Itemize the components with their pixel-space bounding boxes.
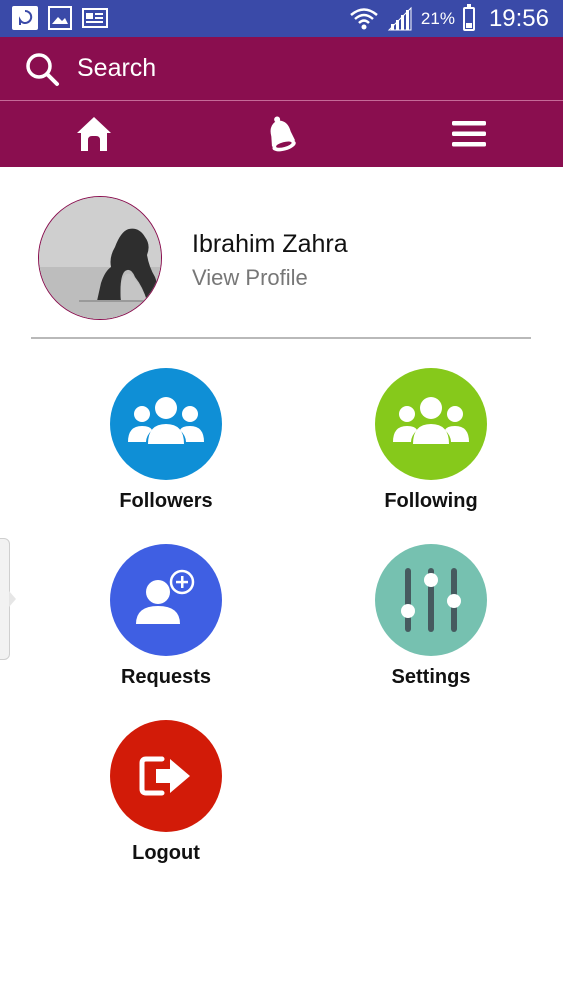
search-bar[interactable]: Search xyxy=(0,37,563,100)
notifications-button[interactable] xyxy=(251,109,311,159)
logout-icon xyxy=(139,756,190,796)
profile-name: Ibrahim Zahra xyxy=(192,230,348,258)
side-drawer-handle[interactable] xyxy=(0,538,16,660)
logout-label: Logout xyxy=(132,842,200,864)
following-label: Following xyxy=(384,490,478,512)
requests-label: Requests xyxy=(120,666,212,688)
sliders-icon xyxy=(401,568,461,632)
following-circle xyxy=(375,368,487,480)
followers-circle xyxy=(110,368,222,480)
menu-icon xyxy=(452,121,487,147)
clock: 19:56 xyxy=(488,4,549,32)
profile-header[interactable]: Ibrahim Zahra View Profile xyxy=(38,196,538,322)
wifi-icon xyxy=(350,7,378,29)
settings-label: Settings xyxy=(391,666,471,688)
followers-icon xyxy=(128,397,204,444)
news-icon xyxy=(82,8,108,28)
logout-circle xyxy=(110,720,222,832)
menu-button[interactable] xyxy=(439,109,499,159)
logout-button[interactable]: Logout xyxy=(66,720,266,880)
battery-percent: 21% xyxy=(420,8,455,28)
status-indicators: 21% 19:56 xyxy=(349,0,549,37)
nav-bar xyxy=(0,101,563,167)
search-icon[interactable] xyxy=(24,51,60,87)
view-profile-link[interactable]: View Profile xyxy=(192,265,308,291)
requests-circle xyxy=(110,544,222,656)
notification-icons xyxy=(12,6,108,30)
followers-label: Followers xyxy=(119,490,213,512)
add-user-icon xyxy=(136,569,195,624)
home-icon xyxy=(76,117,111,151)
profile-divider xyxy=(31,337,531,339)
following-button[interactable]: Following xyxy=(331,368,531,528)
following-icon xyxy=(393,397,469,444)
search-placeholder[interactable]: Search xyxy=(77,54,156,83)
settings-button[interactable]: Settings xyxy=(331,544,531,704)
requests-button[interactable]: Requests xyxy=(66,544,266,704)
settings-circle xyxy=(375,544,487,656)
bell-icon xyxy=(271,116,297,152)
app-icon xyxy=(12,6,38,30)
followers-button[interactable]: Followers xyxy=(66,368,266,528)
signal-icon xyxy=(387,6,412,30)
gallery-icon xyxy=(48,6,72,30)
battery-icon xyxy=(462,3,475,31)
avatar[interactable] xyxy=(38,196,162,320)
status-bar: 21% 19:56 xyxy=(0,0,563,37)
home-button[interactable] xyxy=(64,109,124,159)
